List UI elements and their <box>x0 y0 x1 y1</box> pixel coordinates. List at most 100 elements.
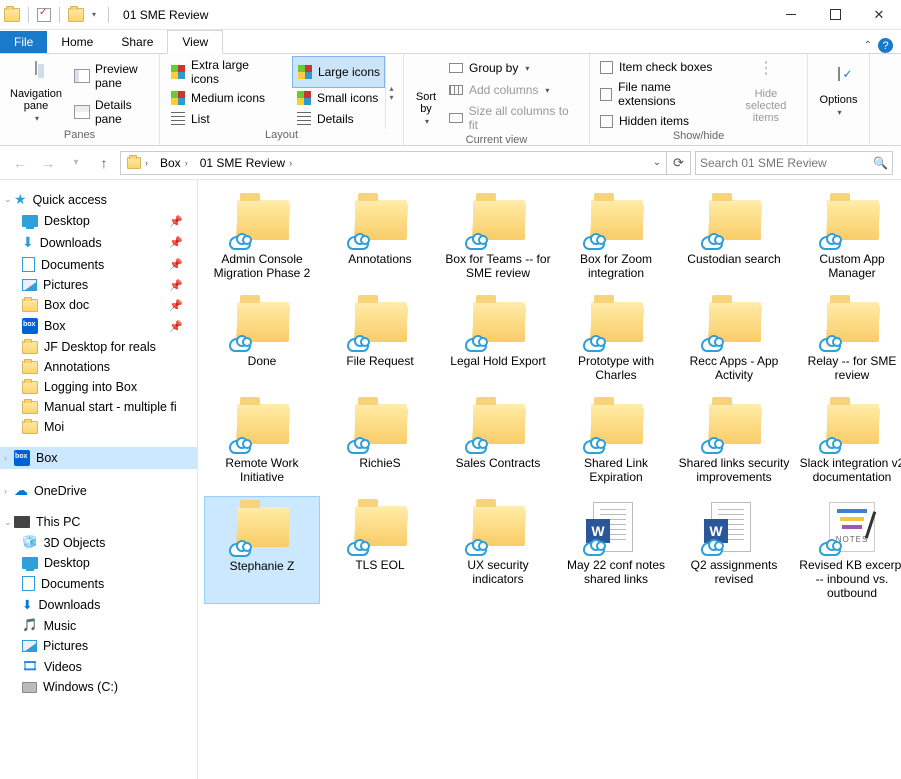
file-item[interactable]: May 22 conf notes shared links <box>558 496 674 604</box>
file-list-pane[interactable]: Admin Console Migration Phase 2Annotatio… <box>198 180 901 779</box>
thispc-icon <box>22 557 38 569</box>
search-input[interactable]: Search 01 SME Review 🔍 <box>695 151 893 175</box>
file-item[interactable]: Box for Teams -- for SME review <box>440 190 556 284</box>
file-item[interactable]: Shared Link Expiration <box>558 394 674 488</box>
sidebar-item[interactable]: Desktop <box>0 553 197 573</box>
layout-list[interactable]: List <box>166 109 284 129</box>
file-item[interactable]: RichieS <box>322 394 438 488</box>
file-item[interactable]: Box for Zoom integration <box>558 190 674 284</box>
layout-medium[interactable]: Medium icons <box>166 88 284 108</box>
sidebar-item[interactable]: Pictures📌 <box>0 275 197 295</box>
hide-selected-button[interactable]: Hide selected items <box>731 56 801 130</box>
address-bar[interactable]: › Box› 01 SME Review› ⌄ ⟳ <box>120 151 691 175</box>
breadcrumb-seg: Box› <box>154 156 194 170</box>
sidebar-onedrive[interactable]: ›☁OneDrive <box>0 479 197 502</box>
file-item[interactable]: TLS EOL <box>322 496 438 604</box>
close-button[interactable] <box>857 1 901 29</box>
file-item[interactable]: Slack integration v2 documentation <box>794 394 901 488</box>
navigation-pane-button[interactable]: Navigation pane ▾ <box>6 56 66 129</box>
file-item[interactable]: Legal Hold Export <box>440 292 556 386</box>
file-item[interactable]: Sales Contracts <box>440 394 556 488</box>
file-item[interactable]: Shared links security improvements <box>676 394 792 488</box>
group-by-button[interactable]: Group by▾ <box>444 58 583 78</box>
sidebar-item[interactable]: ⬇Downloads📌 <box>0 231 197 254</box>
sidebar-item[interactable]: Box doc📌 <box>0 295 197 315</box>
folder-icon <box>22 401 38 414</box>
layout-gallery-expand[interactable] <box>385 56 397 129</box>
item-check-boxes-toggle[interactable]: Item check boxes <box>596 58 727 76</box>
pin-icon: 📌 <box>169 299 189 312</box>
file-item[interactable]: Q2 assignments revised <box>676 496 792 604</box>
options-button[interactable]: Options▾ <box>814 56 863 129</box>
file-item[interactable]: Annotations <box>322 190 438 284</box>
file-item[interactable]: Remote Work Initiative <box>204 394 320 488</box>
file-item[interactable]: UX security indicators <box>440 496 556 604</box>
sidebar-item[interactable]: JF Desktop for reals <box>0 337 197 357</box>
file-item[interactable]: NOTESRevised KB excerpt -- inbound vs. o… <box>794 496 901 604</box>
tab-home[interactable]: Home <box>47 31 107 53</box>
app-folder-icon <box>4 8 20 22</box>
sidebar-item[interactable]: 🎵Music <box>0 615 197 636</box>
address-history-dropdown[interactable]: ⌄ <box>648 157 666 168</box>
file-item[interactable]: Done <box>204 292 320 386</box>
layout-details[interactable]: Details <box>292 109 385 129</box>
tab-share[interactable]: Share <box>107 31 167 53</box>
sidebar-item[interactable]: 🎞Videos <box>0 656 197 677</box>
search-icon: 🔍 <box>873 156 888 170</box>
sidebar-item[interactable]: Desktop📌 <box>0 211 197 231</box>
maximize-button[interactable] <box>813 1 857 29</box>
file-item[interactable]: Relay -- for SME review <box>794 292 901 386</box>
tab-file[interactable]: File <box>0 31 47 53</box>
sidebar-item-label: Downloads <box>40 236 102 250</box>
sidebar-item[interactable]: Windows (C:) <box>0 677 197 697</box>
file-item[interactable]: File Request <box>322 292 438 386</box>
sort-by-button[interactable]: Sort by▾ <box>410 56 442 134</box>
sidebar-item[interactable]: Documents📌 <box>0 254 197 275</box>
sidebar-item[interactable]: Documents <box>0 573 197 594</box>
cloud-sync-icon <box>347 542 369 556</box>
sidebar-item[interactable]: 🧊3D Objects <box>0 532 197 553</box>
qat-dropdown[interactable]: ▾ <box>88 10 100 19</box>
sidebar-item[interactable]: Logging into Box <box>0 377 197 397</box>
add-columns-button[interactable]: Add columns▾ <box>444 80 583 100</box>
cloud-sync-icon <box>701 338 723 352</box>
file-item[interactable]: Stephanie Z <box>204 496 320 604</box>
file-item[interactable]: Admin Console Migration Phase 2 <box>204 190 320 284</box>
sidebar-quick-access[interactable]: ⌄★Quick access <box>0 188 197 211</box>
qat-properties-icon[interactable] <box>37 8 51 22</box>
file-ext-toggle[interactable]: File name extensions <box>596 78 727 110</box>
file-item[interactable]: Custodian search <box>676 190 792 284</box>
layout-extra-large[interactable]: Extra large icons <box>166 56 284 88</box>
file-item[interactable]: Prototype with Charles <box>558 292 674 386</box>
sidebar-item[interactable]: Annotations <box>0 357 197 377</box>
file-item[interactable]: Recc Apps - App Activity <box>676 292 792 386</box>
qat-newfolder-icon[interactable] <box>68 8 84 22</box>
sidebar-item[interactable]: Manual start - multiple fi <box>0 397 197 417</box>
back-button[interactable]: ← <box>8 151 32 175</box>
sidebar-item[interactable]: Moi <box>0 417 197 437</box>
refresh-button[interactable]: ⟳ <box>666 152 690 174</box>
file-item[interactable]: Custom App Manager <box>794 190 901 284</box>
forward-button[interactable]: → <box>36 151 60 175</box>
preview-pane-button[interactable]: Preview pane <box>70 60 153 92</box>
sidebar-item[interactable]: Pictures <box>0 636 197 656</box>
sidebar-item-label: Logging into Box <box>44 380 137 394</box>
layout-small[interactable]: Small icons <box>292 88 385 108</box>
tab-view[interactable]: View <box>167 30 223 54</box>
minimize-button[interactable] <box>769 1 813 29</box>
collapse-ribbon-button[interactable]: ⌃ <box>864 40 872 51</box>
sidebar-item[interactable]: Box📌 <box>0 315 197 337</box>
sidebar-item[interactable]: ⬇Downloads <box>0 594 197 615</box>
file-item-label: Legal Hold Export <box>450 354 545 368</box>
details-pane-button[interactable]: Details pane <box>70 96 153 128</box>
details-icon <box>297 112 311 126</box>
sidebar-this-pc[interactable]: ⌄This PC <box>0 512 197 532</box>
recent-locations-button[interactable]: ▾ <box>64 151 88 175</box>
sidebar-box[interactable]: ›Box <box>0 447 197 469</box>
size-columns-button[interactable]: Size all columns to fit <box>444 102 583 134</box>
help-button[interactable]: ? <box>878 38 893 53</box>
sidebar-item-label: Desktop <box>44 214 90 228</box>
layout-large[interactable]: Large icons <box>292 56 385 88</box>
up-button[interactable]: ↑ <box>92 151 116 175</box>
hidden-items-toggle[interactable]: Hidden items <box>596 112 727 130</box>
